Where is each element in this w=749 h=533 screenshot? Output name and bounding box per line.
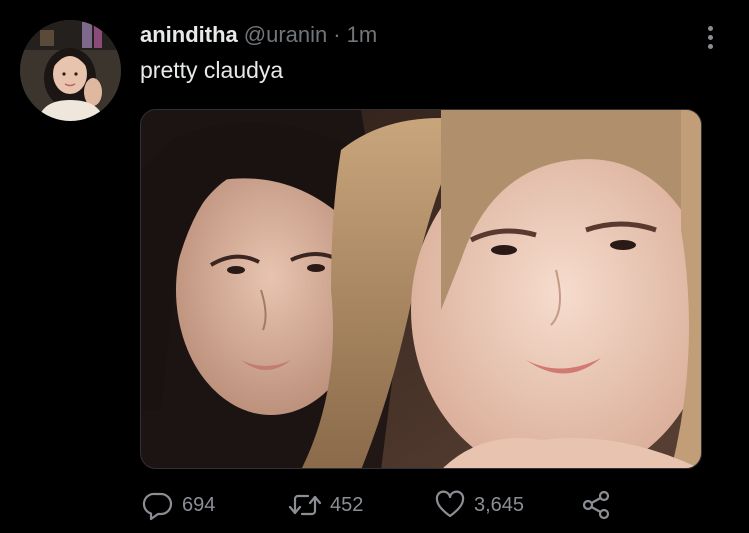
tweet-media[interactable] xyxy=(140,109,702,469)
reply-icon xyxy=(142,492,173,521)
like-button[interactable]: 3,645 xyxy=(434,488,524,522)
timestamp[interactable]: 1m xyxy=(347,22,378,48)
more-options-icon[interactable] xyxy=(705,26,715,52)
tweet[interactable]: aninditha @uranin · 1m pretty claudya 69… xyxy=(0,0,749,533)
more-dot xyxy=(707,44,713,49)
user-handle[interactable]: @uranin xyxy=(244,22,328,48)
reply-button[interactable]: 694 xyxy=(142,488,215,522)
avatar[interactable] xyxy=(20,20,121,121)
tweet-actions: 694 452 3,645 xyxy=(140,488,740,522)
more-dot xyxy=(707,26,713,31)
retweet-count: 452 xyxy=(330,493,364,516)
reply-count: 694 xyxy=(182,493,216,516)
more-dot xyxy=(707,35,713,40)
share-icon xyxy=(582,490,610,520)
photo-two-people-selfie-icon xyxy=(141,110,701,468)
profile-photo-icon xyxy=(20,20,121,121)
display-name[interactable]: aninditha xyxy=(140,22,238,48)
retweet-button[interactable]: 452 xyxy=(288,488,363,522)
share-button[interactable] xyxy=(580,488,612,522)
heart-icon xyxy=(435,490,465,518)
tweet-text: pretty claudya xyxy=(140,57,284,83)
retweet-icon xyxy=(288,494,322,516)
separator-dot: · xyxy=(333,22,341,47)
tweet-header: aninditha @uranin · 1m xyxy=(140,22,377,54)
like-count: 3,645 xyxy=(474,493,525,516)
